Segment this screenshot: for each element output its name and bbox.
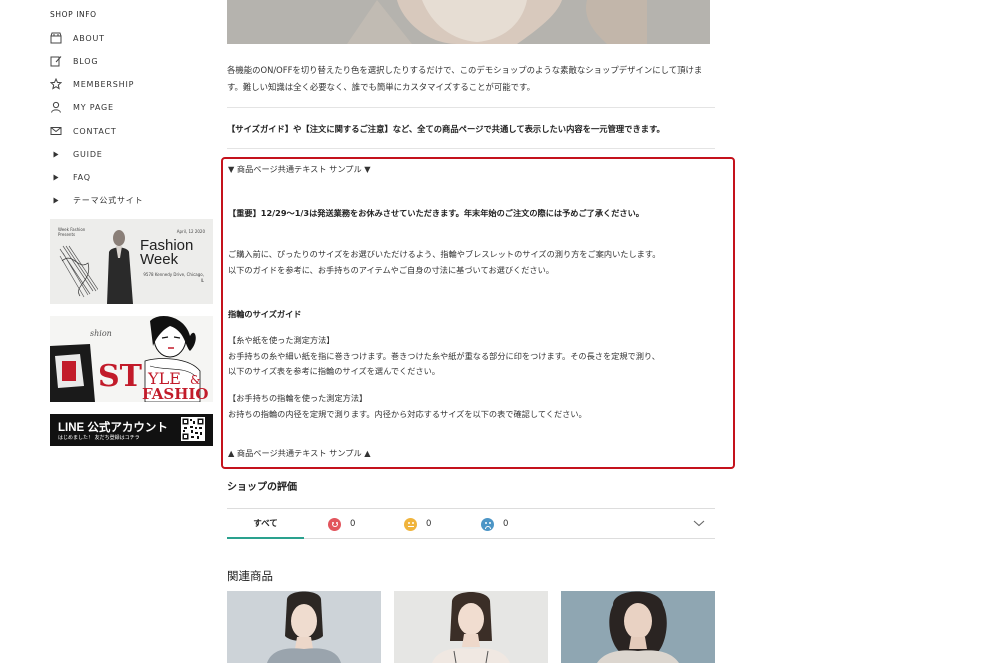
- size-guide-intro-line: 以下のガイドを参考に、お手持ちのアイテムやご自身の寸法に基づいてお選びください。: [228, 264, 554, 275]
- qr-code-icon: [181, 417, 205, 441]
- product-hero-image: [227, 0, 710, 44]
- spiral-decoration: [59, 245, 98, 298]
- size-guide-intro: ご購入前に、ぴったりのサイズをお選びいただけるよう、指輪やブレスレットのサイズの…: [228, 247, 718, 278]
- sidebar-item-membership[interactable]: MEMBERSHIP: [50, 77, 134, 91]
- bad-count: 0: [503, 519, 509, 529]
- svg-text:shion: shion: [90, 329, 112, 338]
- tab-bad[interactable]: 0: [481, 509, 508, 539]
- sidebar-item-label: MEMBERSHIP: [73, 79, 135, 89]
- related-product-3[interactable]: [561, 591, 715, 663]
- edit-icon: [50, 55, 62, 67]
- product-photo: [394, 591, 548, 663]
- style-fashion-artwork: ST YLE & FASHIO shion: [50, 316, 213, 402]
- line-banner-subtitle: はじめました！ 友だち登録はコチラ: [58, 435, 140, 441]
- method-ring: 【お手持ちの指輪を使った測定方法】 お持ちの指輪の内径を定規で測ります。内径から…: [228, 391, 718, 422]
- chevron-down-icon[interactable]: [693, 518, 705, 528]
- sidebar-title: SHOP INFO: [50, 10, 97, 19]
- mail-icon: [50, 125, 62, 137]
- line-account-banner[interactable]: LINE 公式アカウント はじめました！ 友だち登録はコチラ: [50, 414, 213, 446]
- divider: [227, 107, 715, 108]
- ring-size-heading: 指輪のサイズガイド: [228, 309, 302, 319]
- caret-right-icon: [50, 171, 62, 183]
- related-products-title: 関連商品: [227, 569, 273, 583]
- method-title: 【糸や紙を使った測定方法】: [228, 335, 335, 345]
- intro-text: 各機能のON/OFFを切り替えたり色を選択したりするだけで、このデモショップのよ…: [227, 65, 703, 92]
- sidebar-item-label: テーマ公式サイト: [73, 195, 144, 205]
- sad-face-icon: [481, 517, 494, 531]
- model-photo: [107, 230, 133, 304]
- svg-text:ST: ST: [98, 359, 143, 394]
- method-string: 【糸や紙を使った測定方法】 お手持ちの糸や細い紙を指に巻きつけます。巻きつけた糸…: [228, 333, 718, 380]
- sidebar-item-mypage[interactable]: MY PAGE: [50, 100, 114, 114]
- shipping-notice: 【重要】12/29〜1/3は発送業務をお休みさせていただきます。年末年始のご注文…: [228, 208, 644, 218]
- product-photo: [561, 591, 715, 663]
- fashion-week-banner[interactable]: Week Fashion Presents April, 12 2020 Fas…: [50, 219, 213, 304]
- svg-text:FASHIO: FASHIO: [142, 385, 209, 402]
- sidebar-item-blog[interactable]: BLOG: [50, 54, 98, 68]
- caret-right-icon: [50, 194, 62, 206]
- size-guide-intro-line: ご購入前に、ぴったりのサイズをお選びいただけるよう、指輪やブレスレットのサイズの…: [228, 249, 661, 259]
- common-text-end-marker: ▲ 商品ページ共通テキスト サンプル ▲: [228, 448, 371, 458]
- banner-presenter: Week Fashion Presents: [58, 227, 86, 237]
- banner-title-line2: Week: [140, 251, 179, 268]
- star-icon: [50, 78, 62, 90]
- tab-all[interactable]: すべて: [227, 509, 304, 539]
- shop-evaluation-title: ショップの評価: [227, 482, 297, 493]
- shop-icon: [50, 32, 62, 44]
- sidebar-item-faq[interactable]: FAQ: [50, 170, 91, 184]
- style-fashion-banner[interactable]: ST YLE & FASHIO shion: [50, 316, 213, 402]
- method-line: お手持ちの糸や細い紙を指に巻きつけます。巻きつけた糸や紙が重なる部分に印をつけま…: [228, 350, 660, 361]
- product-photo: [227, 591, 381, 663]
- method-title: 【お手持ちの指輪を使った測定方法】: [228, 393, 368, 403]
- sidebar-item-about[interactable]: ABOUT: [50, 31, 105, 45]
- sidebar-item-label: MY PAGE: [73, 102, 114, 112]
- good-count: 0: [350, 519, 356, 529]
- sidebar-item-label: FAQ: [73, 172, 91, 182]
- common-text-start-marker: ▼ 商品ページ共通テキスト サンプル ▼: [228, 164, 371, 174]
- method-line: お持ちの指輪の内径を定規で測ります。内径から対応するサイズを以下の表で確認してく…: [228, 408, 587, 419]
- sidebar-item-guide[interactable]: GUIDE: [50, 147, 103, 161]
- banner-address: 9578 Kennedy Drive, Chicago, IL: [143, 272, 204, 283]
- user-icon: [50, 101, 62, 113]
- banner-date: April, 12 2020: [176, 229, 205, 234]
- size-guide-notice: 【サイズガイド】や【注文に関するご注意】など、全ての商品ページで共通して表示した…: [227, 124, 665, 134]
- related-product-1[interactable]: [227, 591, 381, 663]
- smile-icon: [328, 517, 341, 531]
- sidebar-item-label: CONTACT: [73, 126, 117, 136]
- banner-title: Fashion Week: [140, 238, 193, 268]
- neutral-face-icon: [404, 517, 417, 531]
- sidebar-item-contact[interactable]: CONTACT: [50, 124, 117, 138]
- related-product-2[interactable]: [394, 591, 548, 663]
- line-banner-title: LINE 公式アカウント: [58, 422, 168, 434]
- sidebar-item-label: BLOG: [73, 56, 99, 66]
- evaluation-tabs: すべて 0 0 0: [227, 508, 715, 539]
- neutral-count: 0: [426, 519, 432, 529]
- tab-good[interactable]: 0: [328, 509, 355, 539]
- sidebar-item-label: GUIDE: [73, 149, 103, 159]
- sidebar-item-theme-site[interactable]: テーマ公式サイト: [50, 193, 143, 207]
- sidebar-item-label: ABOUT: [73, 33, 105, 43]
- caret-right-icon: [50, 148, 62, 160]
- tab-neutral[interactable]: 0: [404, 509, 431, 539]
- divider: [227, 148, 715, 149]
- method-line: 以下のサイズ表を参考に指輪のサイズを選んでください。: [228, 366, 440, 376]
